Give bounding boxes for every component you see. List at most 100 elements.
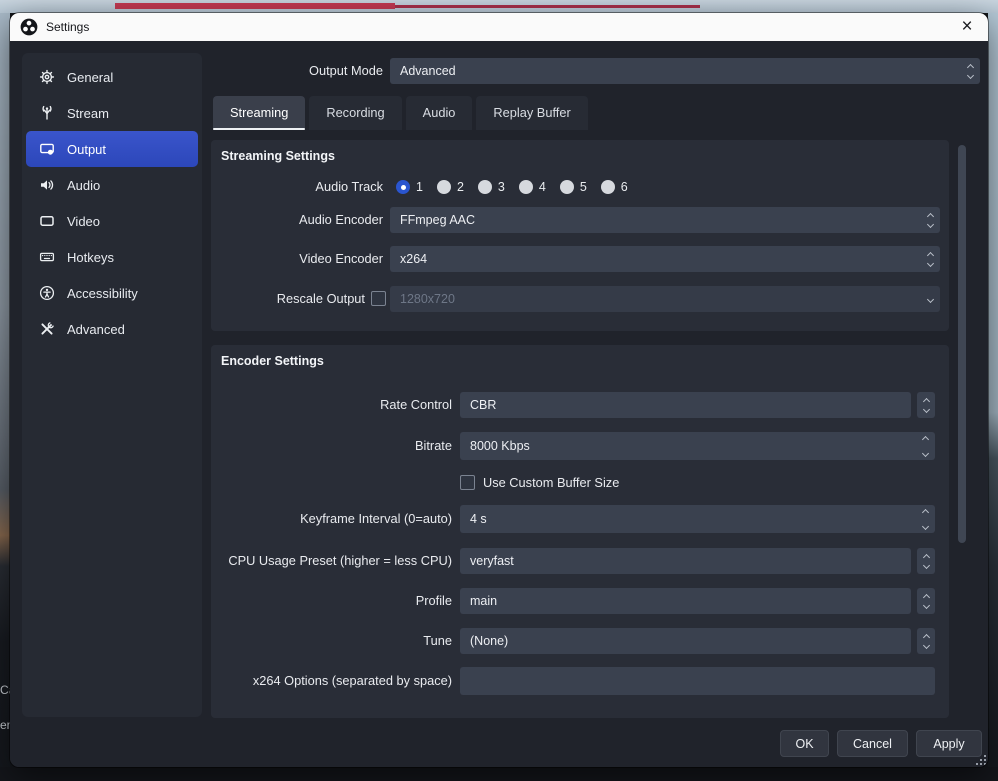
broadcast-icon — [39, 105, 55, 121]
window-title: Settings — [46, 20, 89, 34]
tune-spinner[interactable] — [917, 628, 935, 654]
streaming-settings-title: Streaming Settings — [221, 149, 335, 163]
radio-off-icon[interactable] — [560, 180, 574, 194]
output-mode-label: Output Mode — [190, 58, 383, 84]
sidebar-item-advanced[interactable]: Advanced — [26, 311, 198, 347]
audio-encoder-select[interactable]: FFmpeg AAC — [390, 207, 940, 233]
radio-on-icon[interactable] — [396, 180, 410, 194]
output-mode-value: Advanced — [400, 64, 456, 78]
tune-select[interactable]: (None) — [460, 628, 911, 654]
tab-audio[interactable]: Audio — [406, 96, 473, 130]
cpu-usage-preset-value: veryfast — [470, 554, 514, 568]
use-custom-buffer-size-checkbox[interactable] — [460, 475, 475, 490]
desktop-right-strip — [988, 13, 998, 781]
video-encoder-value: x264 — [400, 252, 427, 266]
sidebar-item-label: Advanced — [67, 322, 125, 337]
rate-control-label: Rate Control — [211, 392, 452, 418]
keyframe-interval-value: 4 s — [470, 512, 487, 526]
sidebar-item-label: Video — [67, 214, 100, 229]
encoder-settings-title: Encoder Settings — [221, 354, 324, 368]
sidebar-item-hotkeys[interactable]: Hotkeys — [26, 239, 198, 275]
rescale-output-label: Rescale Output — [211, 286, 365, 312]
rescale-output-value: 1280x720 — [400, 292, 455, 306]
gear-icon — [39, 69, 55, 85]
radio-track-6[interactable]: 6 — [601, 180, 628, 194]
rescale-output-combo[interactable]: 1280x720 — [390, 286, 940, 312]
x264-options-input[interactable] — [460, 667, 935, 695]
output-mode-select[interactable]: Advanced — [390, 58, 980, 84]
radio-off-icon[interactable] — [437, 180, 451, 194]
bitrate-spinbox[interactable]: 8000 Kbps — [460, 432, 935, 460]
apply-button[interactable]: Apply — [916, 730, 982, 757]
sidebar-item-label: Accessibility — [67, 286, 138, 301]
output-icon — [39, 141, 55, 157]
chevron-up-down-icon[interactable] — [928, 246, 933, 272]
radio-track-1[interactable]: 1 — [396, 180, 423, 194]
resize-grip[interactable] — [976, 755, 978, 757]
desktop-bottom-strip — [0, 767, 998, 781]
sidebar-item-label: Audio — [67, 178, 100, 193]
settings-sidebar: General Stream — [22, 53, 202, 717]
radio-off-icon[interactable] — [519, 180, 533, 194]
video-encoder-select[interactable]: x264 — [390, 246, 940, 272]
sidebar-item-audio[interactable]: Audio — [26, 167, 198, 203]
ok-button[interactable]: OK — [780, 730, 829, 757]
dialog-body: General Stream — [10, 41, 988, 767]
rescale-output-checkbox[interactable] — [371, 291, 386, 306]
profile-spinner[interactable] — [917, 588, 935, 614]
desktop-top-strip — [0, 0, 998, 13]
chevron-down-icon[interactable] — [928, 286, 933, 312]
audio-track-radio-group: 1 2 3 4 5 6 — [396, 177, 642, 197]
radio-track-4[interactable]: 4 — [519, 180, 546, 194]
vertical-scrollbar[interactable] — [958, 145, 966, 543]
video-encoder-label: Video Encoder — [211, 246, 383, 272]
display-icon — [39, 213, 55, 229]
profile-value: main — [470, 594, 497, 608]
profile-select[interactable]: main — [460, 588, 911, 614]
output-tabs: Streaming Recording Audio Replay Buffer — [213, 96, 588, 130]
tab-replay-buffer[interactable]: Replay Buffer — [476, 96, 587, 130]
radio-track-2[interactable]: 2 — [437, 180, 464, 194]
audio-encoder-value: FFmpeg AAC — [400, 213, 475, 227]
cpu-usage-preset-spinner[interactable] — [917, 548, 935, 574]
keyboard-icon — [39, 249, 55, 265]
sidebar-item-general[interactable]: General — [26, 59, 198, 95]
radio-off-icon[interactable] — [478, 180, 492, 194]
bitrate-value: 8000 Kbps — [470, 439, 530, 453]
sidebar-item-label: Stream — [67, 106, 109, 121]
titlebar[interactable]: Settings × — [10, 13, 988, 41]
radio-off-icon[interactable] — [601, 180, 615, 194]
profile-label: Profile — [211, 588, 452, 614]
x264-options-label: x264 Options (separated by space) — [211, 667, 452, 695]
sidebar-item-video[interactable]: Video — [26, 203, 198, 239]
sidebar-item-stream[interactable]: Stream — [26, 95, 198, 131]
radio-track-3[interactable]: 3 — [478, 180, 505, 194]
audio-encoder-label: Audio Encoder — [211, 207, 383, 233]
chevron-up-down-icon[interactable] — [928, 207, 933, 233]
speaker-icon — [39, 177, 55, 193]
sidebar-item-output[interactable]: Output — [26, 131, 198, 167]
spin-arrows-icon[interactable] — [923, 432, 928, 460]
rate-control-value: CBR — [470, 398, 496, 412]
cancel-button[interactable]: Cancel — [837, 730, 908, 757]
spin-arrows-icon[interactable] — [923, 505, 928, 533]
radio-track-5[interactable]: 5 — [560, 180, 587, 194]
desktop-red-bar-thin — [395, 5, 700, 8]
keyframe-interval-spinbox[interactable]: 4 s — [460, 505, 935, 533]
audio-track-label: Audio Track — [211, 179, 383, 195]
screen: Ca er Settings × — [0, 0, 998, 781]
accessibility-icon — [39, 285, 55, 301]
tune-label: Tune — [211, 628, 452, 654]
tab-recording[interactable]: Recording — [309, 96, 401, 130]
chevron-up-down-icon[interactable] — [968, 58, 973, 84]
keyframe-interval-label: Keyframe Interval (0=auto) — [211, 505, 452, 533]
obs-logo-icon — [20, 18, 38, 36]
tab-streaming[interactable]: Streaming — [213, 96, 305, 130]
sidebar-item-label: General — [67, 70, 113, 85]
desktop-red-bar — [115, 3, 395, 9]
rate-control-select[interactable]: CBR — [460, 392, 911, 418]
close-icon[interactable]: × — [946, 13, 988, 41]
sidebar-item-accessibility[interactable]: Accessibility — [26, 275, 198, 311]
rate-control-spinner[interactable] — [917, 392, 935, 418]
cpu-usage-preset-select[interactable]: veryfast — [460, 548, 911, 574]
